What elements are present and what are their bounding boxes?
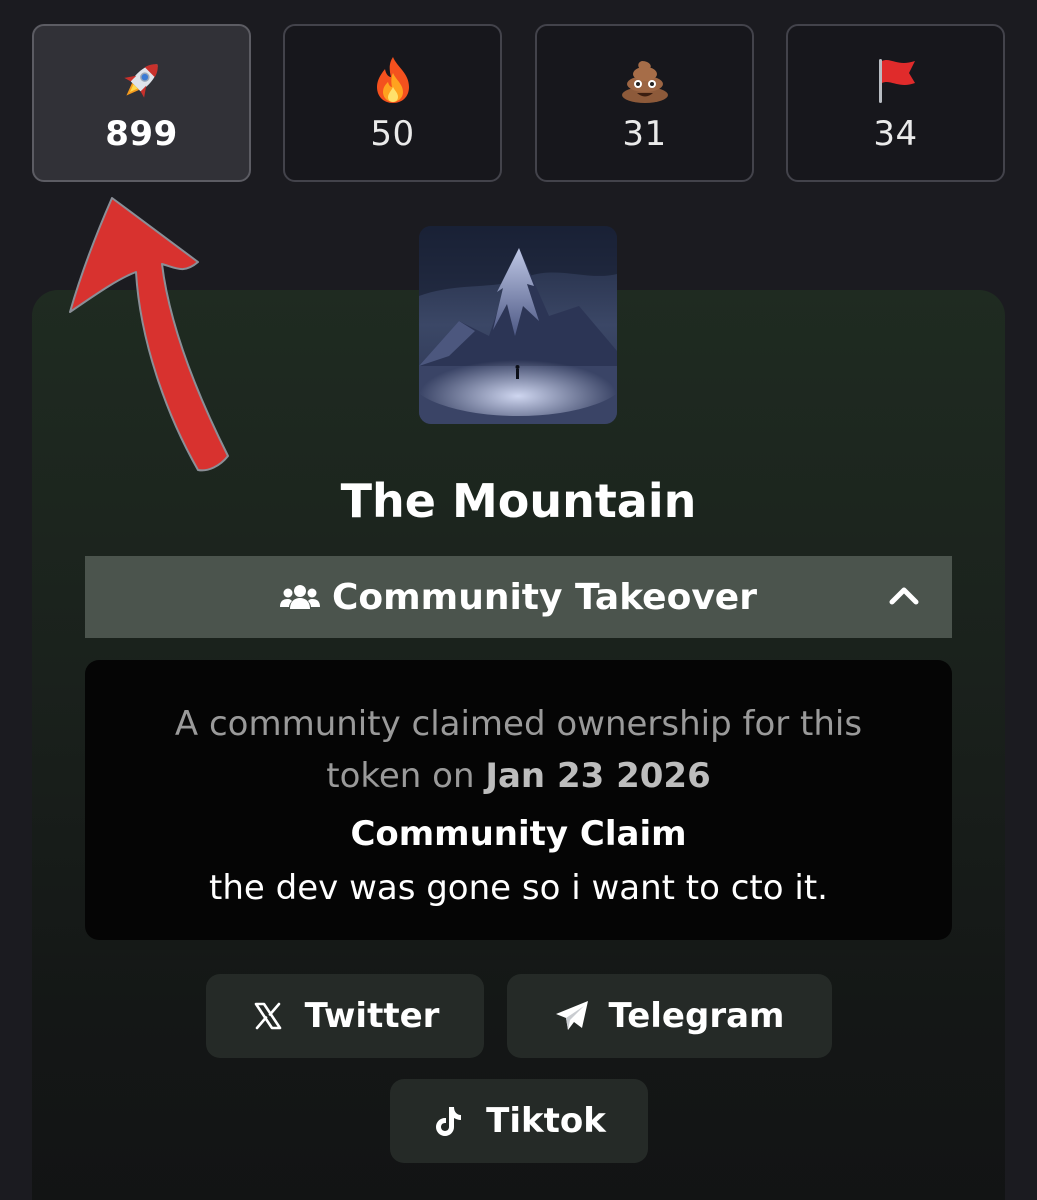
reaction-count: 34 [873,114,918,154]
community-claim-panel: A community claimed ownership for this t… [85,660,952,940]
reaction-fire-button[interactable]: 50 [283,24,502,182]
fire-icon [365,52,421,108]
chevron-up-icon [889,587,919,605]
claim-date-prefix: token on [326,756,486,796]
claim-text: the dev was gone so i want to cto it. [209,868,828,908]
token-name: The Mountain [340,474,697,528]
token-avatar [419,226,617,424]
reaction-rocket-button[interactable]: 899 [32,24,251,182]
tiktok-icon [432,1104,466,1138]
reaction-poop-button[interactable]: 31 [535,24,754,182]
claim-description: A community claimed ownership for this [174,704,863,744]
community-takeover-label: Community Takeover [332,576,757,618]
community-takeover-toggle[interactable]: Community Takeover [85,556,952,638]
twitter-button[interactable]: Twitter [206,974,484,1058]
red-flag-icon [868,52,924,108]
users-icon [280,585,321,609]
tiktok-label: Tiktok [486,1101,606,1141]
rocket-icon [114,52,170,108]
annotation-arrow-icon [69,197,229,472]
telegram-label: Telegram [608,996,785,1036]
reaction-count: 899 [105,114,178,154]
x-icon [251,999,285,1033]
twitter-label: Twitter [304,996,440,1036]
token-page: 899 50 31 34 The Mountain Community Take… [0,0,1037,1200]
claim-date: Jan 23 2026 [485,756,711,796]
telegram-button[interactable]: Telegram [507,974,832,1058]
claim-description-date-line: token on Jan 23 2026 [85,750,952,802]
reaction-count: 50 [370,114,415,154]
claim-heading: Community Claim [350,814,687,854]
tiktok-button[interactable]: Tiktok [390,1079,648,1163]
reactions-row: 899 50 31 34 [32,24,1005,182]
reaction-flag-button[interactable]: 34 [786,24,1005,182]
poop-icon [617,52,673,108]
telegram-icon [555,999,589,1033]
reaction-count: 31 [622,114,667,154]
